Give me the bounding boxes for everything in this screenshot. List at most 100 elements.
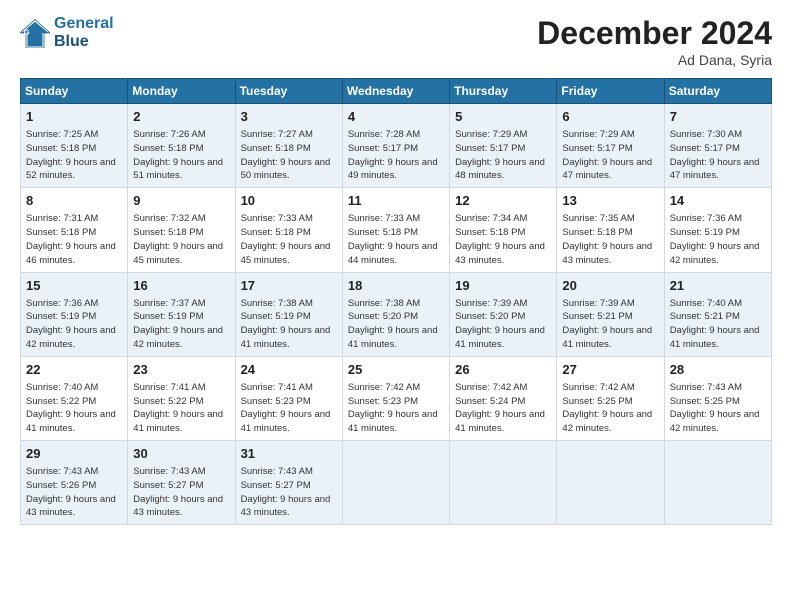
- day-number: 13: [562, 192, 658, 210]
- sunset-label: Sunset: 5:18 PM: [348, 227, 418, 238]
- day-number: 5: [455, 108, 551, 126]
- col-header-saturday: Saturday: [664, 79, 771, 104]
- day-cell: 29 Sunrise: 7:43 AM Sunset: 5:26 PM Dayl…: [21, 441, 128, 525]
- daylight-label: Daylight: 9 hours and 41 minutes.: [133, 409, 223, 434]
- day-number: 31: [241, 445, 337, 463]
- sunset-label: Sunset: 5:26 PM: [26, 480, 96, 491]
- sunset-label: Sunset: 5:18 PM: [133, 227, 203, 238]
- daylight-label: Daylight: 9 hours and 43 minutes.: [26, 494, 116, 519]
- day-cell: 22 Sunrise: 7:40 AM Sunset: 5:22 PM Dayl…: [21, 356, 128, 440]
- daylight-label: Daylight: 9 hours and 41 minutes.: [241, 325, 331, 350]
- calendar-table: SundayMondayTuesdayWednesdayThursdayFrid…: [20, 78, 772, 525]
- day-number: 4: [348, 108, 444, 126]
- day-cell: 31 Sunrise: 7:43 AM Sunset: 5:27 PM Dayl…: [235, 441, 342, 525]
- day-cell: [557, 441, 664, 525]
- col-header-monday: Monday: [128, 79, 235, 104]
- day-info: Sunrise: 7:29 AM Sunset: 5:17 PM Dayligh…: [562, 128, 658, 183]
- daylight-label: Daylight: 9 hours and 43 minutes.: [562, 241, 652, 266]
- day-info: Sunrise: 7:42 AM Sunset: 5:25 PM Dayligh…: [562, 381, 658, 436]
- day-cell: 24 Sunrise: 7:41 AM Sunset: 5:23 PM Dayl…: [235, 356, 342, 440]
- day-info: Sunrise: 7:40 AM Sunset: 5:22 PM Dayligh…: [26, 381, 122, 436]
- day-info: Sunrise: 7:34 AM Sunset: 5:18 PM Dayligh…: [455, 212, 551, 267]
- day-cell: 18 Sunrise: 7:38 AM Sunset: 5:20 PM Dayl…: [342, 272, 449, 356]
- sunset-label: Sunset: 5:24 PM: [455, 396, 525, 407]
- daylight-label: Daylight: 9 hours and 41 minutes.: [455, 325, 545, 350]
- sunset-label: Sunset: 5:19 PM: [26, 311, 96, 322]
- sunrise-label: Sunrise: 7:28 AM: [348, 129, 420, 140]
- sunset-label: Sunset: 5:23 PM: [348, 396, 418, 407]
- sunset-label: Sunset: 5:18 PM: [26, 227, 96, 238]
- week-row-4: 22 Sunrise: 7:40 AM Sunset: 5:22 PM Dayl…: [21, 356, 772, 440]
- day-info: Sunrise: 7:32 AM Sunset: 5:18 PM Dayligh…: [133, 212, 229, 267]
- week-row-2: 8 Sunrise: 7:31 AM Sunset: 5:18 PM Dayli…: [21, 188, 772, 272]
- day-cell: 3 Sunrise: 7:27 AM Sunset: 5:18 PM Dayli…: [235, 104, 342, 188]
- sunrise-label: Sunrise: 7:41 AM: [133, 382, 205, 393]
- daylight-label: Daylight: 9 hours and 48 minutes.: [455, 157, 545, 182]
- calendar-header-row: SundayMondayTuesdayWednesdayThursdayFrid…: [21, 79, 772, 104]
- title-block: December 2024 Ad Dana, Syria: [537, 15, 772, 68]
- day-number: 3: [241, 108, 337, 126]
- day-info: Sunrise: 7:40 AM Sunset: 5:21 PM Dayligh…: [670, 297, 766, 352]
- location-subtitle: Ad Dana, Syria: [537, 52, 772, 68]
- sunrise-label: Sunrise: 7:33 AM: [348, 213, 420, 224]
- sunrise-label: Sunrise: 7:27 AM: [241, 129, 313, 140]
- day-number: 20: [562, 277, 658, 295]
- day-number: 22: [26, 361, 122, 379]
- day-number: 2: [133, 108, 229, 126]
- day-info: Sunrise: 7:38 AM Sunset: 5:20 PM Dayligh…: [348, 297, 444, 352]
- general-blue-logo-icon: G: [20, 18, 50, 48]
- day-cell: 21 Sunrise: 7:40 AM Sunset: 5:21 PM Dayl…: [664, 272, 771, 356]
- daylight-label: Daylight: 9 hours and 42 minutes.: [133, 325, 223, 350]
- sunset-label: Sunset: 5:19 PM: [133, 311, 203, 322]
- page: G General Blue December 2024 Ad Dana, Sy…: [0, 0, 792, 612]
- day-cell: [664, 441, 771, 525]
- sunrise-label: Sunrise: 7:37 AM: [133, 298, 205, 309]
- day-cell: [342, 441, 449, 525]
- sunrise-label: Sunrise: 7:42 AM: [455, 382, 527, 393]
- sunset-label: Sunset: 5:18 PM: [241, 143, 311, 154]
- day-info: Sunrise: 7:38 AM Sunset: 5:19 PM Dayligh…: [241, 297, 337, 352]
- day-info: Sunrise: 7:42 AM Sunset: 5:23 PM Dayligh…: [348, 381, 444, 436]
- day-cell: 4 Sunrise: 7:28 AM Sunset: 5:17 PM Dayli…: [342, 104, 449, 188]
- daylight-label: Daylight: 9 hours and 41 minutes.: [241, 409, 331, 434]
- day-info: Sunrise: 7:31 AM Sunset: 5:18 PM Dayligh…: [26, 212, 122, 267]
- day-number: 12: [455, 192, 551, 210]
- daylight-label: Daylight: 9 hours and 42 minutes.: [670, 241, 760, 266]
- day-number: 16: [133, 277, 229, 295]
- daylight-label: Daylight: 9 hours and 49 minutes.: [348, 157, 438, 182]
- day-number: 29: [26, 445, 122, 463]
- day-number: 18: [348, 277, 444, 295]
- sunrise-label: Sunrise: 7:36 AM: [26, 298, 98, 309]
- day-cell: 19 Sunrise: 7:39 AM Sunset: 5:20 PM Dayl…: [450, 272, 557, 356]
- sunrise-label: Sunrise: 7:39 AM: [455, 298, 527, 309]
- day-cell: 5 Sunrise: 7:29 AM Sunset: 5:17 PM Dayli…: [450, 104, 557, 188]
- day-number: 14: [670, 192, 766, 210]
- daylight-label: Daylight: 9 hours and 41 minutes.: [670, 325, 760, 350]
- sunrise-label: Sunrise: 7:36 AM: [670, 213, 742, 224]
- day-cell: 8 Sunrise: 7:31 AM Sunset: 5:18 PM Dayli…: [21, 188, 128, 272]
- sunset-label: Sunset: 5:27 PM: [133, 480, 203, 491]
- sunset-label: Sunset: 5:21 PM: [670, 311, 740, 322]
- sunrise-label: Sunrise: 7:34 AM: [455, 213, 527, 224]
- day-number: 10: [241, 192, 337, 210]
- sunrise-label: Sunrise: 7:43 AM: [133, 466, 205, 477]
- sunset-label: Sunset: 5:18 PM: [562, 227, 632, 238]
- sunset-label: Sunset: 5:18 PM: [455, 227, 525, 238]
- daylight-label: Daylight: 9 hours and 42 minutes.: [562, 409, 652, 434]
- daylight-label: Daylight: 9 hours and 44 minutes.: [348, 241, 438, 266]
- daylight-label: Daylight: 9 hours and 43 minutes.: [133, 494, 223, 519]
- col-header-wednesday: Wednesday: [342, 79, 449, 104]
- sunset-label: Sunset: 5:20 PM: [348, 311, 418, 322]
- day-number: 17: [241, 277, 337, 295]
- day-info: Sunrise: 7:43 AM Sunset: 5:27 PM Dayligh…: [133, 465, 229, 520]
- day-cell: 6 Sunrise: 7:29 AM Sunset: 5:17 PM Dayli…: [557, 104, 664, 188]
- sunrise-label: Sunrise: 7:26 AM: [133, 129, 205, 140]
- day-info: Sunrise: 7:29 AM Sunset: 5:17 PM Dayligh…: [455, 128, 551, 183]
- sunrise-label: Sunrise: 7:25 AM: [26, 129, 98, 140]
- sunset-label: Sunset: 5:27 PM: [241, 480, 311, 491]
- day-number: 23: [133, 361, 229, 379]
- daylight-label: Daylight: 9 hours and 45 minutes.: [241, 241, 331, 266]
- sunrise-label: Sunrise: 7:43 AM: [26, 466, 98, 477]
- col-header-friday: Friday: [557, 79, 664, 104]
- day-cell: 9 Sunrise: 7:32 AM Sunset: 5:18 PM Dayli…: [128, 188, 235, 272]
